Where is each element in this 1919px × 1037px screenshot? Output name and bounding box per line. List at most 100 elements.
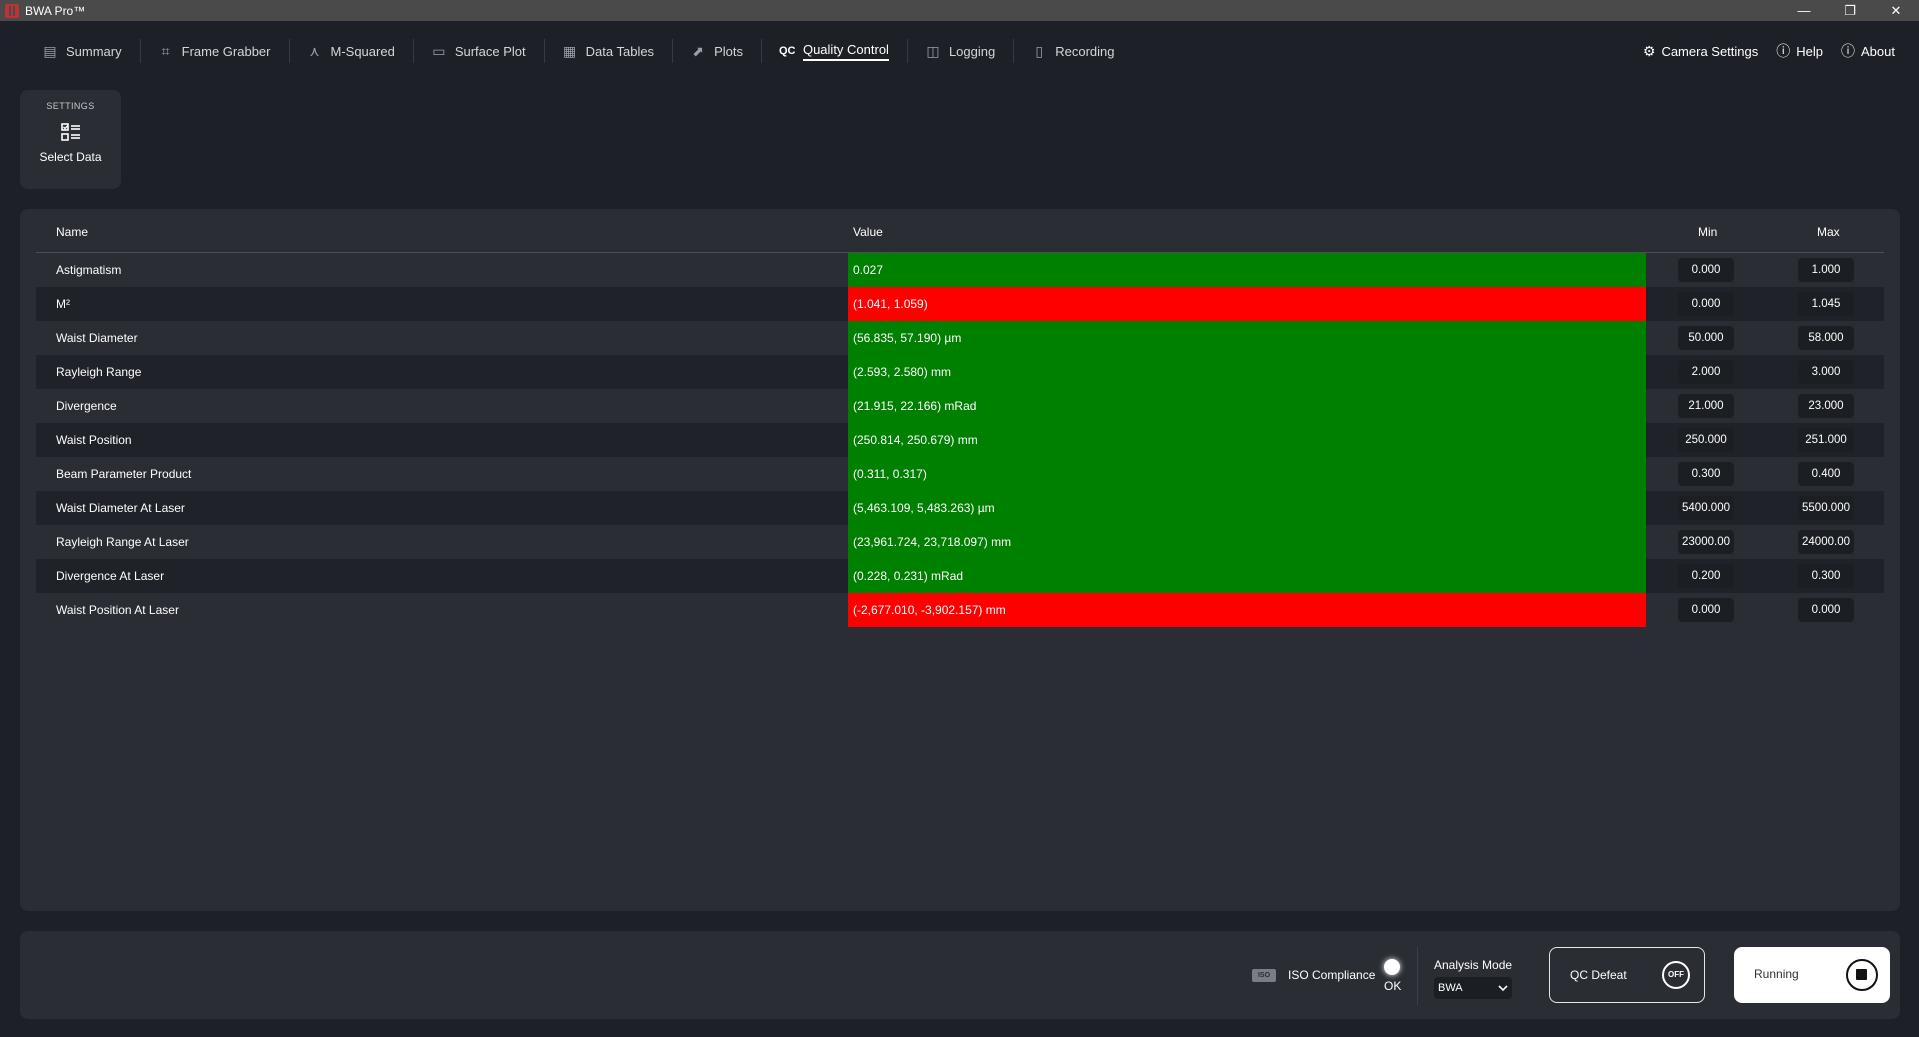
m-squared-icon: ⋏	[309, 42, 320, 59]
min-input[interactable]: 23000.00	[1678, 530, 1734, 554]
max-input[interactable]: 0.000	[1798, 598, 1854, 622]
iso-status-text: OK	[1384, 979, 1402, 993]
frame-grabber-icon: ⌗	[161, 42, 170, 59]
header-name: Name	[56, 225, 89, 239]
header-min: Min	[1698, 225, 1718, 239]
table-body: Astigmatism 0.027 0.000 1.000 M² (1.041, 1.05…	[36, 253, 1884, 627]
restore-button[interactable]: ❐	[1827, 0, 1873, 21]
recording-icon: ▯	[1035, 42, 1044, 59]
header-max: Max	[1817, 225, 1840, 239]
help-button[interactable]: ⓘ Help	[1776, 41, 1823, 61]
nav-right: ⚙ Camera Settings ⓘ Help ⓘ About	[1643, 21, 1895, 81]
table-row: Beam Parameter Product (0.311, 0.317) 0.30…	[36, 457, 1884, 491]
data-tables-icon: ▦	[563, 42, 577, 59]
header-value: Value	[853, 225, 883, 239]
min-input[interactable]: 0.300	[1678, 462, 1734, 486]
iso-compliance-label: ISO Compliance	[1288, 968, 1376, 982]
max-input[interactable]: 1.045	[1798, 292, 1854, 316]
max-input[interactable]: 1.000	[1798, 258, 1854, 282]
tab-recording[interactable]: ▯ Recording	[1013, 35, 1132, 67]
about-button[interactable]: ⓘ About	[1841, 41, 1895, 61]
minimize-button[interactable]: —	[1781, 0, 1827, 21]
min-input[interactable]: 0.000	[1678, 292, 1734, 316]
min-input[interactable]: 5400.000	[1678, 496, 1734, 520]
min-input[interactable]: 250.000	[1678, 428, 1734, 452]
row-name: Astigmatism	[56, 263, 122, 277]
min-input[interactable]: 50.000	[1678, 326, 1734, 350]
qc-defeat-label: QC Defeat	[1570, 968, 1627, 982]
tab-label: Surface Plot	[454, 43, 526, 59]
row-name: Waist Position At Laser	[56, 603, 179, 617]
tab-data-tables[interactable]: ▦ Data Tables	[543, 35, 672, 67]
row-name: Waist Position	[56, 433, 132, 447]
row-name: M²	[56, 297, 70, 311]
row-value: 0.027	[848, 253, 1646, 287]
divider	[1417, 947, 1418, 1005]
tab-plots[interactable]: ⬈ Plots	[672, 35, 761, 67]
tab-frame-grabber[interactable]: ⌗ Frame Grabber	[139, 35, 289, 67]
settings-section-label: SETTINGS	[46, 101, 95, 111]
iso-icon: ISO	[1252, 969, 1276, 982]
analysis-mode-select[interactable]: BWA	[1434, 977, 1512, 999]
chevron-down-icon	[1498, 985, 1508, 992]
logging-icon: ◫	[926, 42, 940, 59]
min-input[interactable]: 0.000	[1678, 598, 1734, 622]
max-input[interactable]: 251.000	[1798, 428, 1854, 452]
row-value: (21.915, 22.166) mRad	[848, 389, 1646, 423]
min-input[interactable]: 21.000	[1678, 394, 1734, 418]
tab-label: Recording	[1055, 43, 1115, 59]
row-name: Rayleigh Range	[56, 365, 142, 379]
row-name: Beam Parameter Product	[56, 467, 192, 481]
qc-defeat-off-icon: OFF	[1662, 961, 1690, 989]
tab-label: Frame Grabber	[181, 43, 271, 59]
max-input[interactable]: 0.300	[1798, 564, 1854, 588]
camera-settings-button[interactable]: ⚙ Camera Settings	[1643, 43, 1758, 60]
tab-summary[interactable]: ▤ Summary	[24, 35, 140, 67]
table-row: Waist Diameter At Laser (5,463.109, 5,483…	[36, 491, 1884, 525]
row-name: Divergence	[56, 399, 117, 413]
tab-quality-control[interactable]: QC Quality Control	[760, 35, 907, 67]
surface-plot-icon: ▭	[432, 42, 446, 59]
table-row: Waist Position (250.814, 250.679) mm 250.0…	[36, 423, 1884, 457]
table-row: Divergence (21.915, 22.166) mRad 21.000 23.…	[36, 389, 1884, 423]
row-value: (1.041, 1.059)	[848, 287, 1646, 321]
min-input[interactable]: 2.000	[1678, 360, 1734, 384]
table-row: Divergence At Laser (0.228, 0.231) mRad 0.…	[36, 559, 1884, 593]
min-input[interactable]: 0.200	[1678, 564, 1734, 588]
row-value: (0.228, 0.231) mRad	[848, 559, 1646, 593]
row-value: (2.593, 2.580) mm	[848, 355, 1646, 389]
max-input[interactable]: 23.000	[1798, 394, 1854, 418]
summary-icon: ▤	[43, 42, 57, 59]
table-row: Astigmatism 0.027 0.000 1.000	[36, 253, 1884, 287]
row-value: (-2,677.010, -3,902.157) mm	[848, 593, 1646, 627]
tab-surface-plot[interactable]: ▭ Surface Plot	[412, 35, 544, 67]
max-input[interactable]: 5500.000	[1798, 496, 1854, 520]
close-button[interactable]: ✕	[1873, 0, 1919, 21]
row-name: Rayleigh Range At Laser	[56, 535, 189, 549]
select-data-button[interactable]: SETTINGS Select Data	[20, 90, 121, 189]
max-input[interactable]: 0.400	[1798, 462, 1854, 486]
running-stop-button[interactable]: Running	[1734, 947, 1890, 1003]
select-data-icon	[60, 123, 80, 141]
tab-m-squared[interactable]: ⋏ M-Squared	[288, 35, 413, 67]
main-nav: ▤ Summary ⌗ Frame Grabber ⋏ M-Squared ▭ Surface…	[0, 21, 1919, 81]
min-input[interactable]: 0.000	[1678, 258, 1734, 282]
tab-label: M-Squared	[330, 43, 395, 59]
running-label: Running	[1754, 967, 1799, 981]
max-input[interactable]: 3.000	[1798, 360, 1854, 384]
window-title: BWA Pro™	[25, 3, 86, 18]
row-value: (5,463.109, 5,483.263) µm	[848, 491, 1646, 525]
stop-icon	[1846, 959, 1878, 991]
tab-logging[interactable]: ◫ Logging	[906, 35, 1013, 67]
plots-icon: ⬈	[692, 42, 704, 59]
max-input[interactable]: 58.000	[1798, 326, 1854, 350]
table-row: Waist Diameter (56.835, 57.190) µm 50.000 5…	[36, 321, 1884, 355]
max-input[interactable]: 24000.00	[1798, 530, 1854, 554]
row-value: (0.311, 0.317)	[848, 457, 1646, 491]
row-name: Waist Diameter	[56, 331, 138, 345]
qc-icon: QC	[778, 45, 796, 57]
table-row: Waist Position At Laser (-2,677.010, -3,9…	[36, 593, 1884, 627]
tab-label: Quality Control	[802, 42, 889, 61]
qc-defeat-button[interactable]: QC Defeat OFF	[1549, 947, 1705, 1003]
window-controls: — ❐ ✕	[1781, 0, 1919, 21]
